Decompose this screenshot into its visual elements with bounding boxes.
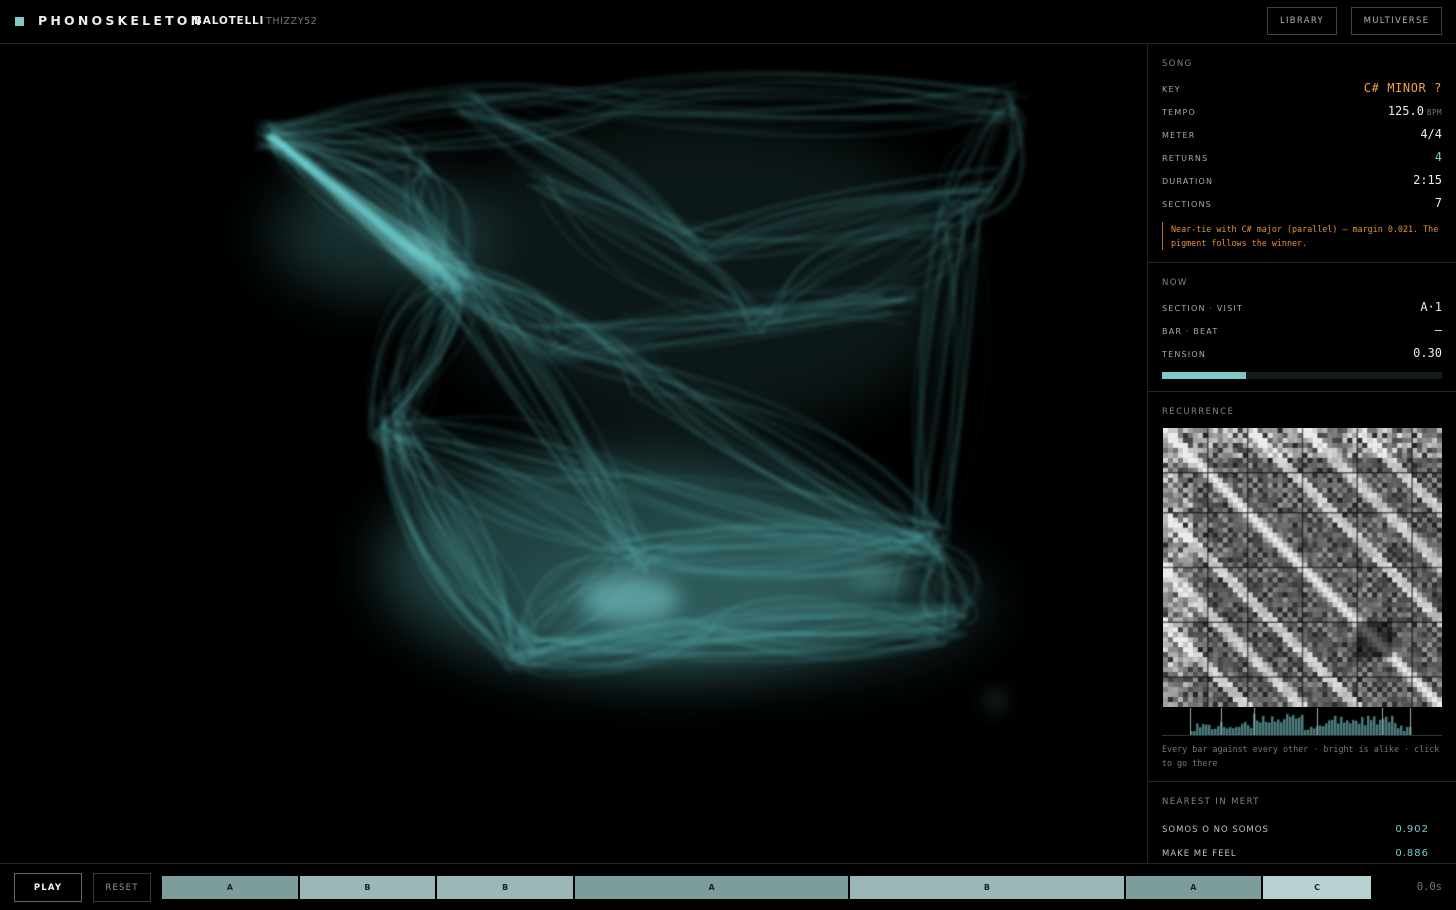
- timeline-section-0[interactable]: A: [162, 876, 298, 899]
- transport-bar: PLAY RESET ABBABAC 0.0s: [0, 863, 1456, 910]
- returns-value: 4: [1434, 150, 1442, 164]
- nearest-title: MAKE ME FEEL: [1162, 849, 1237, 859]
- tempo-unit: BPM: [1426, 108, 1442, 117]
- sections-value: 7: [1434, 196, 1442, 210]
- divider: [1148, 781, 1456, 782]
- phono-skeleton-visualization[interactable]: [0, 44, 1147, 863]
- nearest-score: 0.886: [1395, 848, 1429, 859]
- recurrence-histogram: [1162, 708, 1442, 736]
- nearest-title: SOMOS O NO SOMOS: [1162, 825, 1269, 835]
- timeline-section-4[interactable]: B: [850, 876, 1124, 899]
- tension-label: TENSION: [1162, 350, 1207, 359]
- returns-label: RETURNS: [1162, 154, 1209, 163]
- song-section-title: SONG: [1162, 59, 1193, 69]
- section-visit-value: A·1: [1420, 300, 1442, 314]
- app-title: PHONOSKELETON: [38, 13, 205, 28]
- logo-square-icon: [15, 17, 24, 26]
- recurrence-caption: Every bar against every other · bright i…: [1162, 744, 1440, 768]
- top-bar: PHONOSKELETON BALOTELLI THIZZY52 LIBRARY…: [0, 0, 1456, 44]
- meter-value: 4/4: [1420, 127, 1442, 141]
- timeline-section-5[interactable]: A: [1125, 876, 1262, 899]
- time-readout: 0.0s: [1416, 881, 1442, 893]
- multiverse-button[interactable]: MULTIVERSE: [1351, 7, 1442, 35]
- divider: [1148, 262, 1456, 263]
- sidebar: SONG KEY C# MINOR ? TEMPO 125.0 BPM METER…: [1147, 44, 1456, 863]
- song-title: BALOTELLI: [194, 15, 265, 27]
- section-timeline[interactable]: ABBABAC: [162, 876, 1373, 899]
- nearest-item[interactable]: SOMOS O NO SOMOS 0.902: [1162, 824, 1443, 835]
- duration-label: DURATION: [1162, 177, 1214, 186]
- meter-label: METER: [1162, 131, 1196, 140]
- song-artist: THIZZY52: [266, 16, 318, 27]
- section-visit-label: SECTION · VISIT: [1162, 304, 1244, 313]
- reset-button[interactable]: RESET: [93, 873, 151, 902]
- play-button[interactable]: PLAY: [14, 873, 82, 902]
- divider: [1148, 391, 1456, 392]
- timeline-section-2[interactable]: B: [437, 876, 573, 899]
- tempo-label: TEMPO: [1162, 108, 1196, 117]
- nearest-section-title: NEAREST IN MERT: [1162, 797, 1260, 807]
- key-value: C# MINOR ?: [1363, 81, 1442, 95]
- key-note: Near-tie with C# major (parallel) — marg…: [1162, 222, 1446, 250]
- tension-bar-fill: [1162, 372, 1246, 379]
- library-button[interactable]: LIBRARY: [1267, 7, 1337, 35]
- bar-beat-value: —: [1434, 323, 1442, 337]
- recurrence-section-title: RECURRENCE: [1162, 407, 1235, 417]
- skeleton-canvas[interactable]: [0, 44, 1147, 863]
- timeline-section-1[interactable]: B: [299, 876, 436, 899]
- bar-beat-label: BAR · BEAT: [1162, 327, 1219, 336]
- sections-label: SECTIONS: [1162, 200, 1212, 209]
- tension-value: 0.30: [1413, 346, 1442, 360]
- tempo-number: 125.0: [1387, 104, 1424, 118]
- duration-value: 2:15: [1413, 173, 1442, 187]
- nearest-score: 0.902: [1395, 824, 1429, 835]
- key-label: KEY: [1162, 85, 1181, 94]
- tempo-value: 125.0 BPM: [1388, 104, 1442, 118]
- timeline-section-3[interactable]: A: [574, 876, 849, 899]
- timeline-section-6[interactable]: C: [1263, 876, 1371, 899]
- now-section-title: NOW: [1162, 278, 1188, 288]
- tension-bar: [1162, 372, 1442, 379]
- recurrence-matrix[interactable]: [1163, 428, 1442, 707]
- nearest-item[interactable]: MAKE ME FEEL 0.886: [1162, 848, 1443, 859]
